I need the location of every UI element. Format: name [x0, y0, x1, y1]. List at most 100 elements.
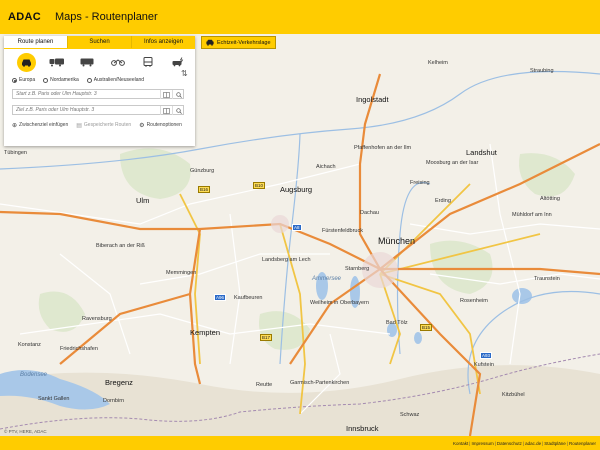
place-label: Weilheim in Oberbayern	[310, 300, 369, 306]
header-bar: ADAC Maps - Routenplaner	[0, 0, 600, 34]
radio-dot	[43, 77, 49, 83]
tab-infos-anzeigen[interactable]: Infos anzeigen	[131, 36, 195, 48]
region-nordamerika-radio[interactable]: Nordamerika	[43, 77, 79, 83]
footer-sep: |	[522, 440, 525, 446]
adac-logo[interactable]: ADAC	[8, 11, 41, 23]
footer-link-routenplaner[interactable]: Routenplaner	[569, 441, 596, 446]
region-europa-radio[interactable]: Europa	[12, 77, 35, 83]
place-label: Starnberg	[345, 266, 370, 272]
mode-motorcycle-button[interactable]	[104, 51, 133, 73]
add-stop-button[interactable]: ⊕ Zwischenziel einfügen	[12, 122, 68, 129]
place-label: Bodensee	[20, 372, 48, 378]
footer-link-datenschutz[interactable]: Datenschutz	[497, 441, 522, 446]
vehicle-mode-bar	[4, 49, 195, 75]
place-label: Kempten	[190, 328, 221, 337]
car-icon	[21, 59, 31, 67]
place-label: Ammersee	[312, 276, 342, 282]
tab-route-planen[interactable]: Route planen	[4, 36, 67, 48]
place-label: Konstanz	[18, 342, 41, 348]
realtime-traffic-button[interactable]: Echtzeit-Verkehrslage	[201, 36, 276, 49]
book-icon	[163, 91, 170, 98]
road-shield: B17	[260, 334, 273, 341]
place-label: Reutte	[256, 382, 273, 388]
mode-bus-button[interactable]	[134, 51, 163, 73]
place-label: Altötting	[540, 196, 560, 202]
start-input[interactable]	[13, 90, 153, 98]
region-nordamerika-label: Nordamerika	[50, 77, 79, 83]
place-label: Straubing	[530, 68, 554, 74]
footer-sep: |	[542, 440, 544, 446]
place-label: Aichach	[316, 164, 336, 170]
place-label: Kaufbeuren	[234, 295, 263, 301]
route-planner-panel: Route planen Suchen Infos anzeigen Europ…	[4, 36, 195, 146]
place-label: Dachau	[360, 210, 379, 216]
start-search-button[interactable]	[172, 90, 184, 99]
footer-sep: |	[566, 440, 568, 446]
ziel-addressbook-button[interactable]	[160, 106, 172, 115]
tab-suchen[interactable]: Suchen	[67, 36, 131, 48]
app: ADAC Maps - Routenplaner Kelheim Straubi…	[0, 0, 600, 450]
road-shield: A93	[480, 352, 493, 359]
place-label: Biberach an der Riß	[96, 243, 145, 249]
place-label: Ravensburg	[82, 316, 112, 322]
place-label: Mühldorf am Inn	[512, 212, 552, 218]
mode-camper-button[interactable]	[73, 51, 102, 73]
place-label: Bregenz	[105, 378, 133, 387]
page-title: Maps - Routenplaner	[54, 11, 158, 23]
place-label: Günzburg	[190, 168, 215, 174]
place-label: Rosenheim	[460, 298, 488, 304]
region-selector: Europa Nordamerika Australien/Neuseeland	[4, 75, 195, 85]
place-label: Schwaz	[400, 412, 420, 418]
mode-caravan-button[interactable]	[43, 51, 72, 73]
route-options-button[interactable]: ⚙ Routenoptionen	[139, 122, 182, 129]
realtime-traffic-label: Echtzeit-Verkehrslage	[217, 39, 271, 46]
place-label: Erding	[435, 198, 451, 204]
footer-sep: |	[494, 440, 496, 446]
ev-charging-icon	[172, 57, 184, 67]
saved-routes-label: Gespeicherte Routen	[83, 122, 132, 128]
footer-bar: Kontakt | Impressum | Datenschutz | adac.de…	[0, 436, 600, 450]
book-icon	[163, 107, 170, 114]
search-icon	[175, 91, 182, 98]
map-attribution: © PTV, HERE, ADAC	[4, 429, 47, 434]
footer-link-adac-de[interactable]: adac.de	[525, 441, 541, 446]
motorcycle-icon	[110, 59, 125, 66]
ziel-search-button[interactable]	[172, 106, 184, 115]
route-options-label: Routenoptionen	[146, 122, 182, 128]
caravan-icon	[49, 58, 64, 66]
place-label: Ingolstadt	[356, 95, 389, 104]
ziel-input[interactable]	[13, 106, 153, 114]
footer-link-impressum[interactable]: Impressum	[471, 441, 493, 446]
mode-ev-button[interactable]	[165, 51, 194, 73]
place-label: Kufstein	[474, 362, 494, 368]
radio-dot	[12, 77, 17, 83]
road-shield: B15	[420, 324, 433, 331]
panel-tabs: Route planen Suchen Infos anzeigen	[4, 36, 195, 49]
place-label: Sankt Gallen	[38, 396, 70, 402]
place-label: Memmingen	[166, 270, 197, 276]
place-label: Landshut	[466, 148, 497, 157]
place-label: Innsbruck	[346, 424, 379, 433]
camper-icon	[80, 58, 94, 66]
footer-link-stadtplaene[interactable]: Stadtpläne	[544, 441, 566, 446]
road-shield: B16	[198, 186, 211, 193]
place-label: Pfaffenhofen an der Ilm	[354, 145, 412, 151]
augsburg-urban-area	[271, 215, 289, 233]
traffic-car-icon	[206, 39, 214, 46]
mode-car-button[interactable]	[12, 51, 41, 73]
place-label: Moosburg an der Isar	[426, 160, 479, 166]
place-label: Landsberg am Lech	[262, 257, 311, 263]
saved-routes-button[interactable]: ▤ Gespeicherte Routen	[76, 122, 131, 129]
save-icon: ▤	[76, 122, 82, 129]
start-addressbook-button[interactable]	[160, 90, 172, 99]
region-europa-label: Europa	[19, 77, 36, 83]
place-label: Dornbirn	[103, 398, 125, 404]
radio-dot	[86, 77, 92, 83]
plus-circle-icon: ⊕	[12, 122, 18, 129]
swap-start-ziel-button[interactable]: ⇅	[181, 69, 188, 78]
footer-link-kontakt[interactable]: Kontakt	[453, 441, 468, 446]
place-label: Freising	[410, 180, 430, 186]
place-label: Garmisch-Partenkirchen	[290, 380, 350, 386]
region-australien-radio[interactable]: Australien/Neuseeland	[86, 77, 144, 83]
footer-sep: |	[469, 440, 471, 446]
